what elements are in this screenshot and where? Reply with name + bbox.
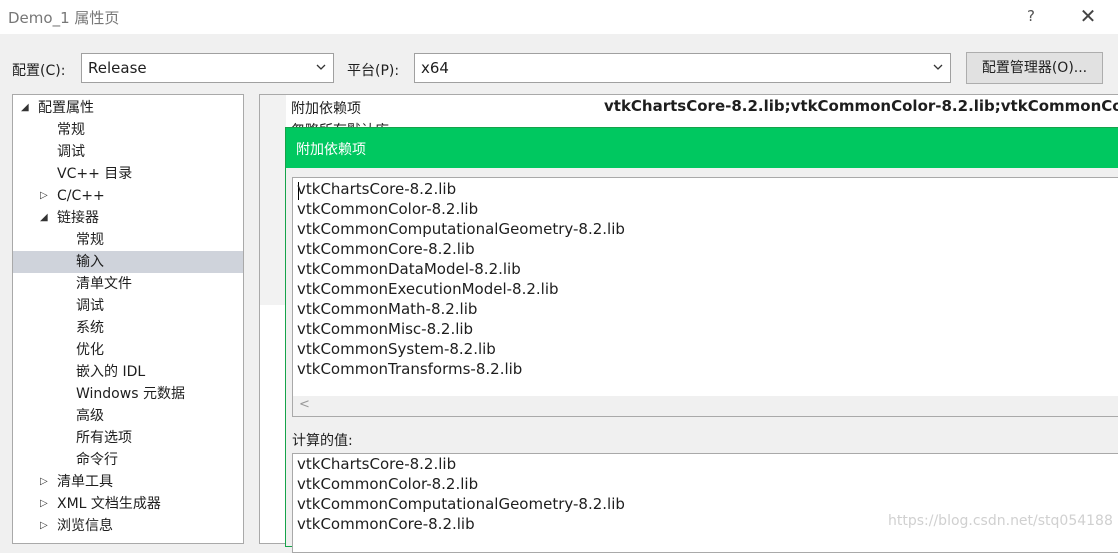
list-item: vtkCommonMisc-8.2.lib [297,320,474,338]
tree-item[interactable]: ▷ XML 文档生成器 [13,493,243,515]
list-item: vtkCommonColor-8.2.lib [297,475,479,493]
list-item: vtkCommonSystem-8.2.lib [297,340,496,358]
tree-item-label: 调试 [57,144,85,160]
list-item: vtkCommonDataModel-8.2.lib [297,260,521,278]
calculated-values-label: 计算的值: [292,433,353,449]
expand-icon[interactable]: ▷ [40,185,48,207]
grid-gutter [260,95,286,305]
platform-select[interactable]: x64 [414,53,951,83]
tree-item-label: XML 文档生成器 [57,496,161,512]
tree-item-label: 输入 [76,254,104,270]
tree-item-label: 配置属性 [38,100,94,116]
tree-item-label: 清单工具 [57,474,113,490]
list-item: vtkCommonColor-8.2.lib [297,200,479,218]
list-item: vtkCommonExecutionModel-8.2.lib [297,280,559,298]
tree-item[interactable]: 调试 [13,141,243,163]
list-item: vtkCommonTransforms-8.2.lib [297,360,523,378]
tree-item-label: 常规 [57,122,85,138]
tree-item[interactable]: ◢ 链接器 [13,207,243,229]
tree-item[interactable]: 系统 [13,317,243,339]
list-item: vtkChartsCore-8.2.lib [297,180,457,198]
tree-item[interactable]: 高级 [13,405,243,427]
tree-item-label: 嵌入的 IDL [76,364,146,380]
config-label: 配置(C): [12,63,66,79]
list-item: vtkCommonComputationalGeometry-8.2.lib [297,495,625,513]
dependencies-editor[interactable]: vtkChartsCore-8.2.lib vtkCommonColor-8.2.… [292,177,1118,417]
tree-item[interactable]: 常规 [13,119,243,141]
list-item: vtkCommonCore-8.2.lib [297,240,475,258]
tree-item-label: 常规 [76,232,104,248]
tree-item[interactable]: ▷ C/C++ [13,185,243,207]
title-bar: Demo_1 属性页 ? ✕ [0,0,1118,34]
property-name[interactable]: 附加依赖项 [291,98,361,118]
tree-item-label: Windows 元数据 [76,386,185,402]
tree-item[interactable]: 调试 [13,295,243,317]
tree-item[interactable]: Windows 元数据 [13,383,243,405]
config-manager-button[interactable]: 配置管理器(O)... [966,52,1103,84]
tree-item-label: 所有选项 [76,430,132,446]
dialog-header: 附加依赖项 [286,128,1118,168]
tree-item[interactable]: ◢ 配置属性 [13,97,243,119]
horizontal-scrollbar[interactable]: < [293,396,1118,416]
config-select[interactable]: Release [81,53,334,83]
window-title: Demo_1 属性页 [8,9,120,27]
help-button[interactable]: ? [1020,4,1042,28]
tree-item-label: 高级 [76,408,104,424]
tree-item-label: 清单文件 [76,276,132,292]
list-item: vtkCommonComputationalGeometry-8.2.lib [297,220,625,238]
tree-item[interactable]: 常规 [13,229,243,251]
platform-value: x64 [421,59,449,77]
property-value[interactable]: vtkChartsCore-8.2.lib;vtkCommonColor-8.2… [604,97,1118,115]
watermark: https://blog.csdn.net/stq054188 [888,513,1113,529]
collapse-icon[interactable]: ◢ [40,207,48,229]
tree-item-label: 系统 [76,320,104,336]
expand-icon[interactable]: ▷ [40,515,48,537]
scroll-left-icon[interactable]: < [299,397,310,412]
expand-icon[interactable]: ▷ [40,493,48,515]
tree-item-label: 命令行 [76,452,118,468]
tree-item-label: 调试 [76,298,104,314]
tree-item[interactable]: 清单文件 [13,273,243,295]
chevron-down-icon [933,64,943,70]
tree-item-label: VC++ 目录 [57,166,133,182]
tree-item[interactable]: 输入 [13,251,243,273]
expand-icon[interactable]: ▷ [40,471,48,493]
property-tree: ◢ 配置属性 常规 调试 VC++ 目录 ▷ C/C++ ◢ 链接器 常规 输入 清单文件 调试 系统 优化… [12,94,244,544]
tree-item-label: 优化 [76,342,104,358]
tree-item-label: 链接器 [57,210,99,226]
list-item: vtkCommonMath-8.2.lib [297,300,478,318]
additional-dependencies-dialog: 附加依赖项 vtkChartsCore-8.2.lib vtkCommonColo… [285,127,1118,553]
list-item: vtkCommonCore-8.2.lib [297,515,475,533]
tree-item[interactable]: 嵌入的 IDL [13,361,243,383]
tree-item[interactable]: ▷ 清单工具 [13,471,243,493]
tree-item[interactable]: 优化 [13,339,243,361]
tree-item-label: C/C++ [57,188,105,204]
tree-item[interactable]: ▷ 浏览信息 [13,515,243,537]
platform-label: 平台(P): [347,63,400,79]
tree-item[interactable]: 所有选项 [13,427,243,449]
list-item: vtkChartsCore-8.2.lib [297,455,457,473]
config-value: Release [88,59,147,77]
close-button[interactable]: ✕ [1074,2,1102,30]
tree-item[interactable]: 命令行 [13,449,243,471]
calculated-values-box: vtkChartsCore-8.2.lib vtkCommonColor-8.2.… [292,453,1118,553]
collapse-icon[interactable]: ◢ [21,97,29,119]
tree-item-label: 浏览信息 [57,518,113,534]
dialog-title: 附加依赖项 [296,142,366,158]
chevron-down-icon [316,64,326,70]
tree-item[interactable]: VC++ 目录 [13,163,243,185]
